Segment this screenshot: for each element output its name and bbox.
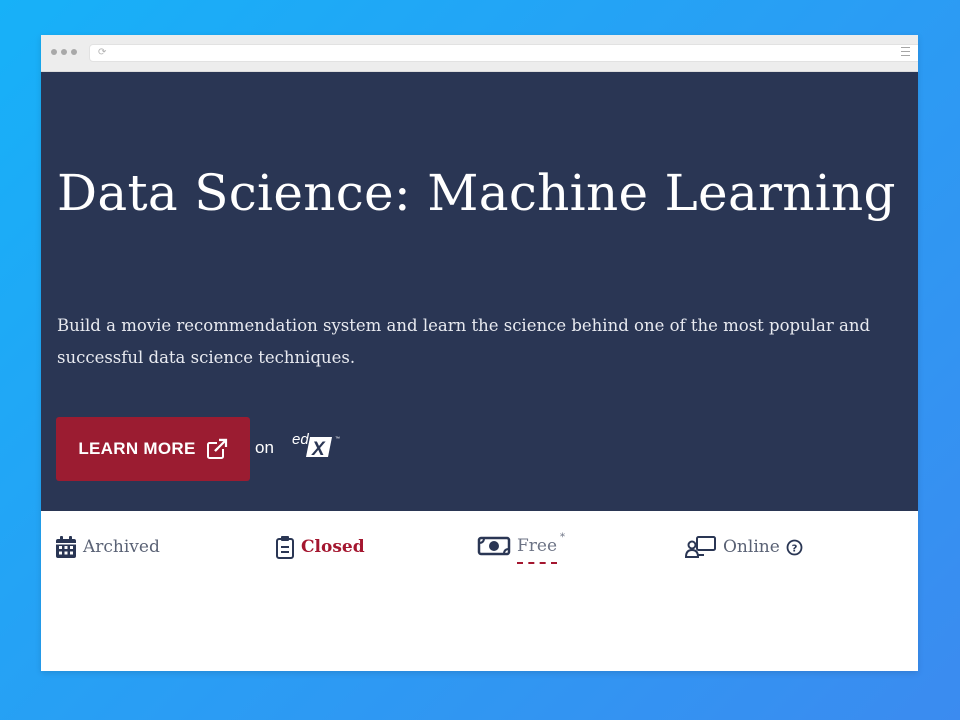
menu-icon[interactable] [901,47,910,57]
address-bar[interactable]: ⟳ [89,44,918,62]
archived-status: Archived [55,535,160,559]
free-price[interactable]: Free * [517,532,565,564]
edx-logo[interactable]: ed X ™ [290,430,344,460]
course-description: Build a movie recommendation system and … [57,316,871,367]
online-learning-icon [685,536,716,558]
money-icon [477,536,511,556]
window-dot[interactable] [51,49,57,55]
free-footnote-marker: * [560,532,566,543]
enrollment-status: Closed [275,535,365,559]
clipboard-icon [276,536,294,559]
window-dot[interactable] [71,49,77,55]
online-label: Online [723,537,780,557]
browser-window: ⟳ Data Science: Machine Learning Build a… [41,35,918,671]
browser-toolbar: ⟳ [41,35,918,72]
question-circle-icon[interactable]: ? [786,539,803,556]
archived-label: Archived [83,537,160,557]
course-format: Online ? [685,535,803,559]
free-label: Free [517,536,558,564]
svg-text:?: ? [791,543,797,554]
price-info[interactable]: Free * [477,532,565,564]
calendar-icon [56,536,76,558]
course-hero: Data Science: Machine Learning Build a m… [41,72,918,511]
provider-prefix: on [255,438,274,457]
learn-more-label: LEARN MORE [78,439,196,458]
closed-label: Closed [301,537,365,557]
learn-more-button[interactable]: LEARN MORE [56,417,250,481]
window-dot[interactable] [61,49,67,55]
trademark-mark: ™ [335,436,340,442]
edx-logo-text-x: X [311,439,326,460]
window-controls [51,49,77,55]
external-link-icon [206,438,228,459]
course-title: Data Science: Machine Learning [57,164,896,222]
edx-logo-text-ed: ed [292,431,309,448]
reload-icon[interactable]: ⟳ [98,46,106,60]
course-meta-bar: Archived Closed Free * Online ? [41,511,918,581]
